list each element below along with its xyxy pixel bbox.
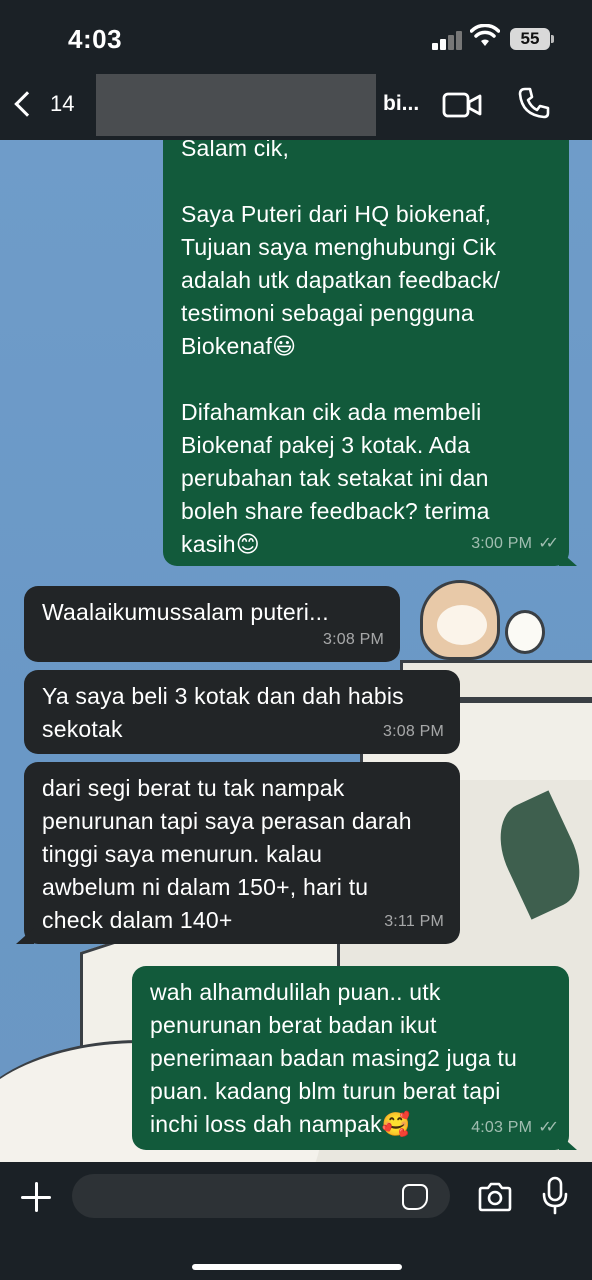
message-time: 3:08 PM [323, 631, 384, 648]
message-bubble-incoming[interactable]: Ya saya beli 3 kotak dan dah habis sekot… [24, 670, 460, 754]
message-input[interactable] [72, 1174, 450, 1218]
message-meta: 3:08 PM [383, 715, 444, 748]
message-meta: 3:11 PM [384, 905, 444, 938]
contact-name-redacted[interactable] [96, 74, 376, 136]
cellular-signal-icon [432, 30, 464, 50]
message-bubble-incoming[interactable]: dari segi berat tu tak nampak penurunan … [16, 762, 460, 944]
message-time: 3:08 PM [383, 723, 444, 740]
phone-icon[interactable] [517, 86, 551, 120]
message-bubble-outgoing[interactable]: Salam cik, Saya Puteri dari HQ biokenaf,… [163, 140, 577, 566]
wifi-icon [470, 24, 500, 46]
unread-count: 14 [50, 91, 75, 116]
composer-bar [0, 1162, 592, 1280]
camera-icon[interactable] [477, 1182, 513, 1212]
chat-thread[interactable]: Salam cik, Saya Puteri dari HQ biokenaf,… [0, 140, 592, 1162]
sticker-icon[interactable] [402, 1184, 428, 1210]
message-bubble-outgoing[interactable]: wah alhamdulilah puan.. utk penurunan be… [132, 966, 577, 1150]
message-meta: 4:03 PM ✓✓ [471, 1111, 559, 1144]
message-text: Salam cik, Saya Puteri dari HQ biokenaf,… [181, 140, 501, 557]
message-bubble-incoming[interactable]: Waalaikumussalam puteri... 3:08 PM [24, 586, 400, 662]
message-text: Ya saya beli 3 kotak dan dah habis sekot… [42, 683, 404, 742]
battery-indicator: 55 [510, 28, 554, 50]
message-meta: 3:08 PM [323, 623, 384, 656]
microphone-icon[interactable] [540, 1176, 570, 1216]
read-ticks-icon: ✓✓ [538, 1119, 559, 1136]
home-indicator[interactable] [192, 1264, 402, 1270]
chevron-left-icon [14, 91, 40, 117]
message-text: dari segi berat tu tak nampak penurunan … [42, 775, 412, 933]
back-button[interactable]: 14 [10, 86, 74, 122]
video-camera-icon[interactable] [442, 92, 482, 118]
status-time: 4:03 [68, 24, 123, 54]
contact-name[interactable]: bi... [383, 92, 419, 116]
message-time: 3:11 PM [384, 913, 444, 930]
top-bar: 4:03 55 14 bi... [0, 0, 592, 140]
message-meta: 3:00 PM ✓✓ [471, 527, 559, 560]
read-ticks-icon: ✓✓ [538, 535, 559, 552]
plus-icon[interactable] [18, 1178, 54, 1214]
message-time: 3:00 PM [471, 535, 533, 552]
message-time: 4:03 PM [471, 1119, 533, 1136]
